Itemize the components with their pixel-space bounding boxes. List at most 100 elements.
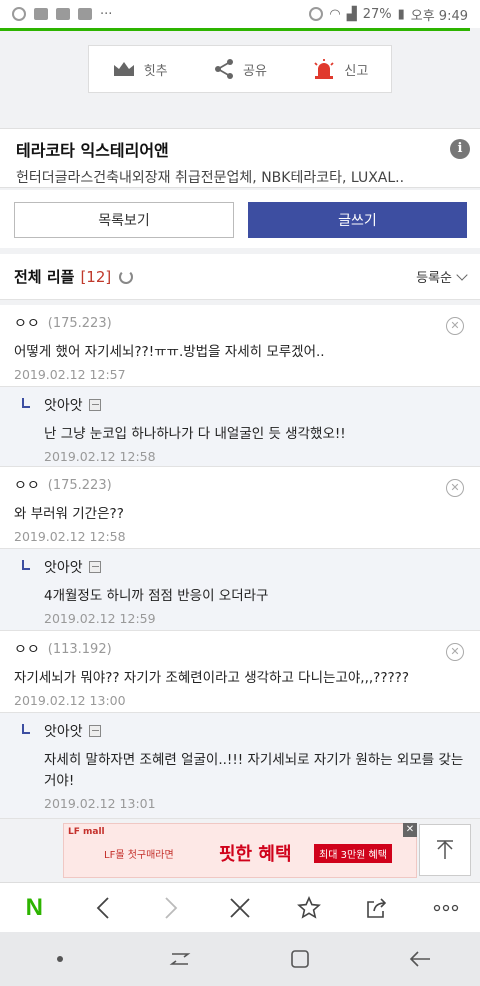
recent-apps-icon	[169, 953, 191, 965]
ad-description: 헌터더글라스건축내외장재 취급전문업체, NBK테라코타, LUXAL..	[16, 170, 405, 186]
app-notification-icon	[12, 7, 26, 21]
comment-author: ㅇㅇ	[14, 478, 40, 494]
report-button[interactable]: 신고	[312, 58, 368, 80]
clock: 오후 9:49	[410, 8, 468, 24]
reply-item: 앗아앗 난 그냥 눈코입 하나하나가 다 내얼굴인 듯 생각했오!! 2019.…	[0, 387, 480, 467]
close-icon[interactable]: ✕	[403, 823, 417, 837]
dot-icon	[57, 956, 63, 962]
comment-date: 2019.02.12 12:57	[14, 367, 126, 382]
scroll-to-top-button[interactable]	[419, 824, 471, 876]
browser-toolbar: N	[0, 882, 480, 932]
status-right: ◠ ▟ 27% ▮ 오후 9:49	[309, 5, 468, 24]
comment-list: ㅇㅇ (175.223) 어떻게 했어 자기세뇌??!ㅠㅠ.방법을 자세히 모루…	[0, 305, 480, 819]
banner-ad[interactable]: LF mall LF몰 첫구매라면 핏한 혜택 최대 3만원 혜택 ✕	[63, 823, 417, 878]
share-icon	[215, 59, 234, 79]
star-icon	[296, 895, 321, 919]
crown-icon	[113, 62, 134, 76]
naver-home-button[interactable]: N	[14, 888, 54, 928]
comment-text: 자기세뇌가 뭐야?? 자기가 조혜련이라고 생각하고 다니는고야,,,?????	[14, 670, 409, 686]
siren-icon	[314, 59, 334, 79]
comment-meta: 앗아앗	[24, 395, 466, 415]
info-icon[interactable]: i	[450, 139, 470, 159]
ad-title: 테라코타 익스테리어앤	[16, 141, 169, 160]
recommend-label: 힛추	[143, 63, 168, 79]
home-square-icon	[291, 950, 309, 968]
delete-icon[interactable]: ✕	[446, 479, 464, 497]
wifi-icon: ◠	[329, 6, 341, 22]
system-back-button[interactable]	[400, 939, 440, 979]
reply-arrow-icon	[22, 560, 30, 570]
comment-author: 앗아앗	[44, 724, 83, 740]
recent-apps-button[interactable]	[160, 939, 200, 979]
signal-icon: ▟	[346, 6, 357, 22]
post-action-box: 힛추 공유 신고	[88, 45, 392, 93]
comment-text: 어떻게 했어 자기세뇌??!ㅠㅠ.방법을 자세히 모루겠어..	[14, 344, 325, 360]
close-tab-button[interactable]	[220, 888, 260, 928]
naver-logo-icon: N	[25, 893, 43, 921]
status-left-icons: ···	[12, 7, 112, 22]
comment-meta: 앗아앗	[24, 721, 466, 741]
chevron-left-icon	[96, 896, 109, 919]
comment-date: 2019.02.12 13:00	[14, 693, 126, 708]
replies-count: [12]	[80, 267, 112, 286]
reply-arrow-icon	[22, 724, 30, 734]
banner-headline: 핏한 혜택	[219, 844, 292, 865]
delete-icon[interactable]: ✕	[446, 317, 464, 335]
bookmark-button[interactable]	[289, 888, 329, 928]
comment-author: 앗아앗	[44, 560, 83, 576]
banner-brand: LF mall	[68, 827, 105, 837]
share-out-icon	[367, 897, 387, 918]
more-menu-button[interactable]	[426, 888, 466, 928]
more-dots-icon	[433, 904, 458, 911]
banner-badge: 최대 3만원 혜택	[314, 844, 392, 863]
reply-item: 앗아앗 자세히 말하자면 조혜련 얼굴이..!!! 자기세뇌로 자기가 원하는 …	[0, 713, 480, 819]
comment-author: 앗아앗	[44, 398, 83, 414]
comment-date: 2019.02.12 12:58	[44, 449, 156, 464]
reply-item: 앗아앗 4개월정도 하니까 점점 반응이 오더라구 2019.02.12 12:…	[0, 549, 480, 631]
comment-date: 2019.02.12 12:58	[14, 529, 126, 544]
replies-title: 전체 리플	[14, 268, 75, 286]
banner-tagline: LF몰 첫구매라면	[104, 850, 174, 861]
recommend-button[interactable]: 힛추	[112, 60, 168, 79]
status-bar: ··· ◠ ▟ 27% ▮ 오후 9:49	[0, 0, 480, 28]
comment-text: 자세히 말하자면 조혜련 얼굴이..!!! 자기세뇌로 자기가 원하는 외모를 …	[44, 752, 464, 789]
replies-header: 전체 리플 [12] 등록순	[0, 254, 480, 300]
close-icon	[230, 897, 250, 918]
comment-meta: ㅇㅇ (113.192)	[14, 639, 466, 659]
youtube-notification-icon	[56, 8, 70, 20]
forward-button[interactable]	[151, 888, 191, 928]
report-label: 신고	[344, 63, 369, 79]
write-post-button[interactable]: 글쓰기	[248, 202, 467, 238]
folder-notification-icon	[78, 8, 92, 20]
reply-arrow-icon	[22, 398, 30, 408]
share-label: 공유	[243, 63, 267, 79]
sponsored-ad-card[interactable]: 테라코타 익스테리어앤 헌터더글라스건축내외장재 취급전문업체, NBK테라코타…	[0, 128, 480, 188]
battery-level: 27%	[362, 6, 392, 22]
member-note-icon	[88, 725, 101, 737]
comment-date: 2019.02.12 12:59	[44, 611, 156, 626]
chevron-down-icon	[456, 268, 468, 281]
share-page-button[interactable]	[357, 888, 397, 928]
delete-icon[interactable]: ✕	[446, 643, 464, 661]
comment-item: ㅇㅇ (175.223) 어떻게 했어 자기세뇌??!ㅠㅠ.방법을 자세히 모루…	[0, 305, 480, 387]
system-nav-bar	[0, 932, 480, 986]
sort-label: 등록순	[416, 271, 452, 286]
home-button[interactable]	[280, 939, 320, 979]
comment-ip: (113.192)	[47, 641, 112, 657]
comment-text: 와 부러워 기간은??	[14, 506, 124, 522]
back-arrow-icon	[409, 951, 430, 967]
share-button[interactable]: 공유	[213, 58, 267, 80]
back-button[interactable]	[83, 888, 123, 928]
list-view-button[interactable]: 목록보기	[14, 202, 234, 238]
chevron-right-icon	[165, 896, 178, 919]
comment-meta: ㅇㅇ (175.223)	[14, 313, 466, 333]
page-progress-line	[0, 28, 470, 31]
sort-dropdown[interactable]: 등록순	[416, 267, 468, 286]
nav-dot-button[interactable]	[40, 939, 80, 979]
member-note-icon	[88, 399, 101, 411]
comment-meta: 앗아앗	[24, 557, 466, 577]
member-note-icon	[88, 561, 101, 573]
comment-ip: (175.223)	[47, 477, 112, 493]
refresh-icon[interactable]	[119, 269, 134, 284]
comment-author: ㅇㅇ	[14, 316, 40, 332]
